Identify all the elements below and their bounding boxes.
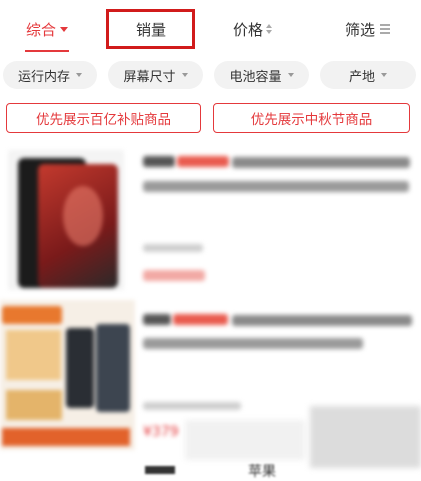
title-line (143, 338, 363, 349)
title-line (232, 157, 410, 168)
sort-tab-filter[interactable]: 筛选 (345, 0, 391, 58)
promo-label: 优先展示百亿补贴商品 (36, 112, 171, 128)
title-badge (143, 314, 171, 325)
highlight-box (106, 9, 195, 49)
chip-label: 运行内存 (17, 69, 70, 85)
sort-tab-label: 综合 (26, 20, 57, 39)
product-image (8, 150, 124, 290)
product-image (0, 300, 135, 450)
filter-icon (380, 24, 391, 34)
title-badge (145, 466, 175, 474)
chip-screen-size[interactable]: 屏幕尺寸 (108, 61, 203, 89)
sort-tab-price[interactable]: 价格 (233, 0, 273, 58)
sort-tab-label: 价格 (233, 20, 264, 39)
chip-label: 产地 (348, 69, 375, 85)
bottom-partial-title: 苹果 (248, 464, 276, 480)
chevron-down-icon (76, 73, 82, 77)
title-line (232, 315, 412, 326)
promo-subsidy-button[interactable]: 优先展示百亿补贴商品 (6, 103, 201, 133)
active-tab-indicator (25, 50, 69, 52)
chip-origin[interactable]: 产地 (320, 61, 416, 89)
chevron-down-icon (60, 26, 69, 32)
title-line (143, 181, 409, 192)
sort-tab-label: 筛选 (345, 20, 376, 39)
chip-label: 屏幕尺寸 (123, 69, 176, 85)
promo-label: 优先展示中秋节商品 (250, 112, 373, 128)
meta-line (143, 244, 203, 252)
price-line (143, 270, 205, 281)
overlay-block (185, 420, 305, 460)
title-badge (177, 156, 229, 167)
chip-ram[interactable]: 运行内存 (3, 61, 97, 89)
sort-bar: 综合 销量 价格 筛选 (0, 0, 421, 58)
promo-midautumn-button[interactable]: 优先展示中秋节商品 (213, 103, 410, 133)
overlay-block (310, 406, 421, 468)
chevron-down-icon (381, 73, 387, 77)
meta-line (143, 402, 241, 410)
title-badge (173, 314, 228, 325)
chip-battery[interactable]: 电池容量 (214, 61, 309, 89)
sort-arrows-icon (266, 24, 273, 34)
product-price: ¥379 (143, 424, 179, 440)
title-badge (143, 156, 175, 167)
chevron-down-icon (287, 73, 294, 77)
chevron-down-icon (181, 73, 188, 77)
chip-label: 电池容量 (229, 69, 282, 85)
